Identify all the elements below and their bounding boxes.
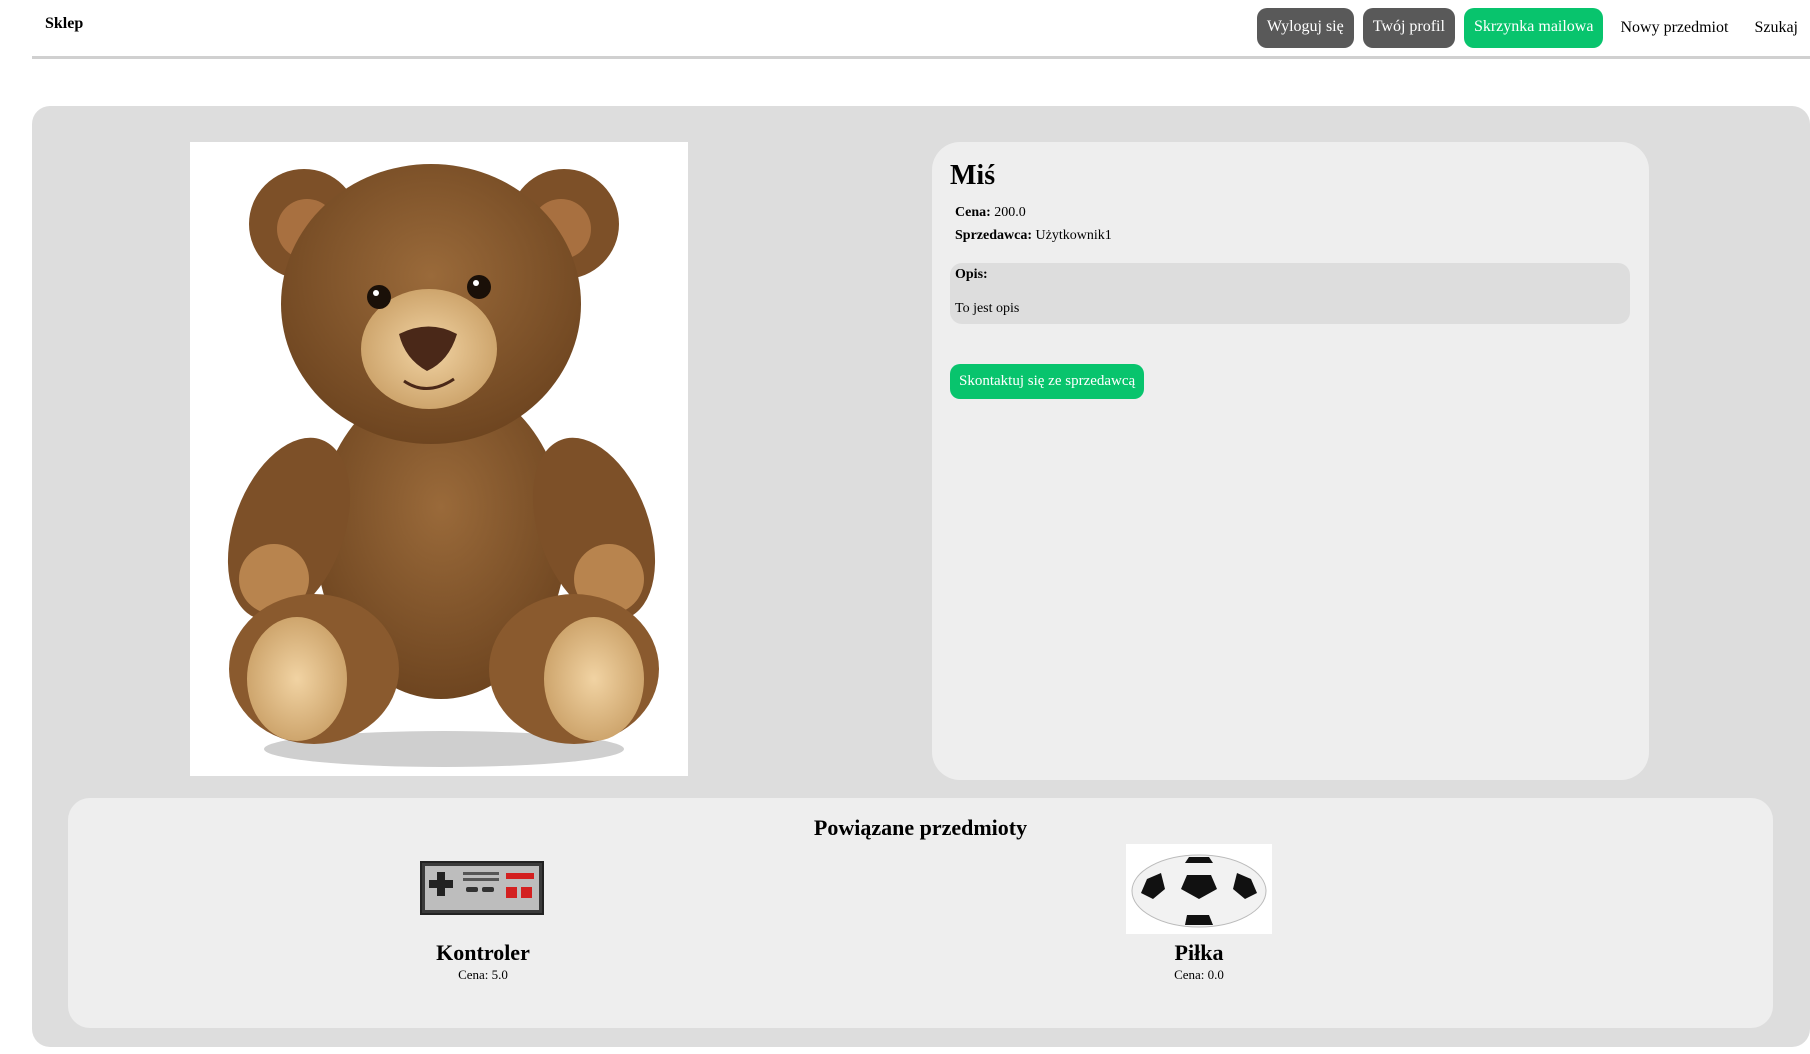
product-details-card: Miś Cena: 200.0 Sprzedawca: Użytkownik1 … — [932, 142, 1649, 780]
seller-label: Sprzedawca: — [955, 228, 1032, 243]
profile-button[interactable]: Twój profil — [1362, 8, 1455, 48]
contact-seller-button[interactable]: Skontaktuj się ze sprzedawcą — [950, 364, 1145, 399]
related-item-price: Cena: 5.0 — [458, 967, 508, 982]
mailbox-button[interactable]: Skrzynka mailowa — [1463, 8, 1604, 48]
nav-menu: Wyloguj się Twój profil Skrzynka mailowa… — [1256, 8, 1798, 48]
top-navbar: Sklep Wyloguj się Twój profil Skrzynka m… — [32, 0, 1810, 59]
related-items-title: Powiązane przedmioty — [813, 815, 1028, 840]
price-row: Cena: 200.0 — [955, 205, 1026, 221]
related-item[interactable]: Piłka Cena: 0.0 — [1099, 940, 1299, 983]
related-item-name[interactable]: Kontroler — [383, 940, 583, 966]
description-label: Opis: — [955, 267, 988, 282]
product-image — [190, 142, 688, 776]
related-item-name[interactable]: Piłka — [1099, 940, 1299, 966]
new-item-link[interactable]: Nowy przedmiot — [1620, 18, 1728, 38]
product-title: Miś — [950, 160, 996, 191]
related-item[interactable]: Kontroler Cena: 5.0 — [383, 940, 583, 983]
teddy-bear-icon — [227, 164, 659, 767]
gamepad-icon — [420, 861, 544, 915]
related-items-section: Powiązane przedmioty Kontroler Cena: 5.0 — [68, 798, 1773, 1028]
brand-link[interactable]: Sklep — [45, 15, 83, 33]
logout-button[interactable]: Wyloguj się — [1256, 8, 1354, 48]
price-value: 200.0 — [994, 205, 1026, 220]
price-label: Cena: — [955, 205, 991, 220]
description-text: To jest opis — [955, 301, 1020, 316]
seller-value: Użytkownik1 — [1035, 228, 1112, 243]
related-item-image[interactable] — [1126, 844, 1272, 934]
search-link[interactable]: Szukaj — [1754, 18, 1798, 38]
seller-row: Sprzedawca: Użytkownik1 — [955, 228, 1112, 244]
related-item-image[interactable] — [408, 848, 556, 928]
product-page: Miś Cena: 200.0 Sprzedawca: Użytkownik1 … — [32, 106, 1810, 1047]
related-item-price: Cena: 0.0 — [1174, 967, 1224, 982]
soccer-ball-icon — [1131, 854, 1267, 928]
description-box: Opis: To jest opis — [950, 263, 1630, 324]
